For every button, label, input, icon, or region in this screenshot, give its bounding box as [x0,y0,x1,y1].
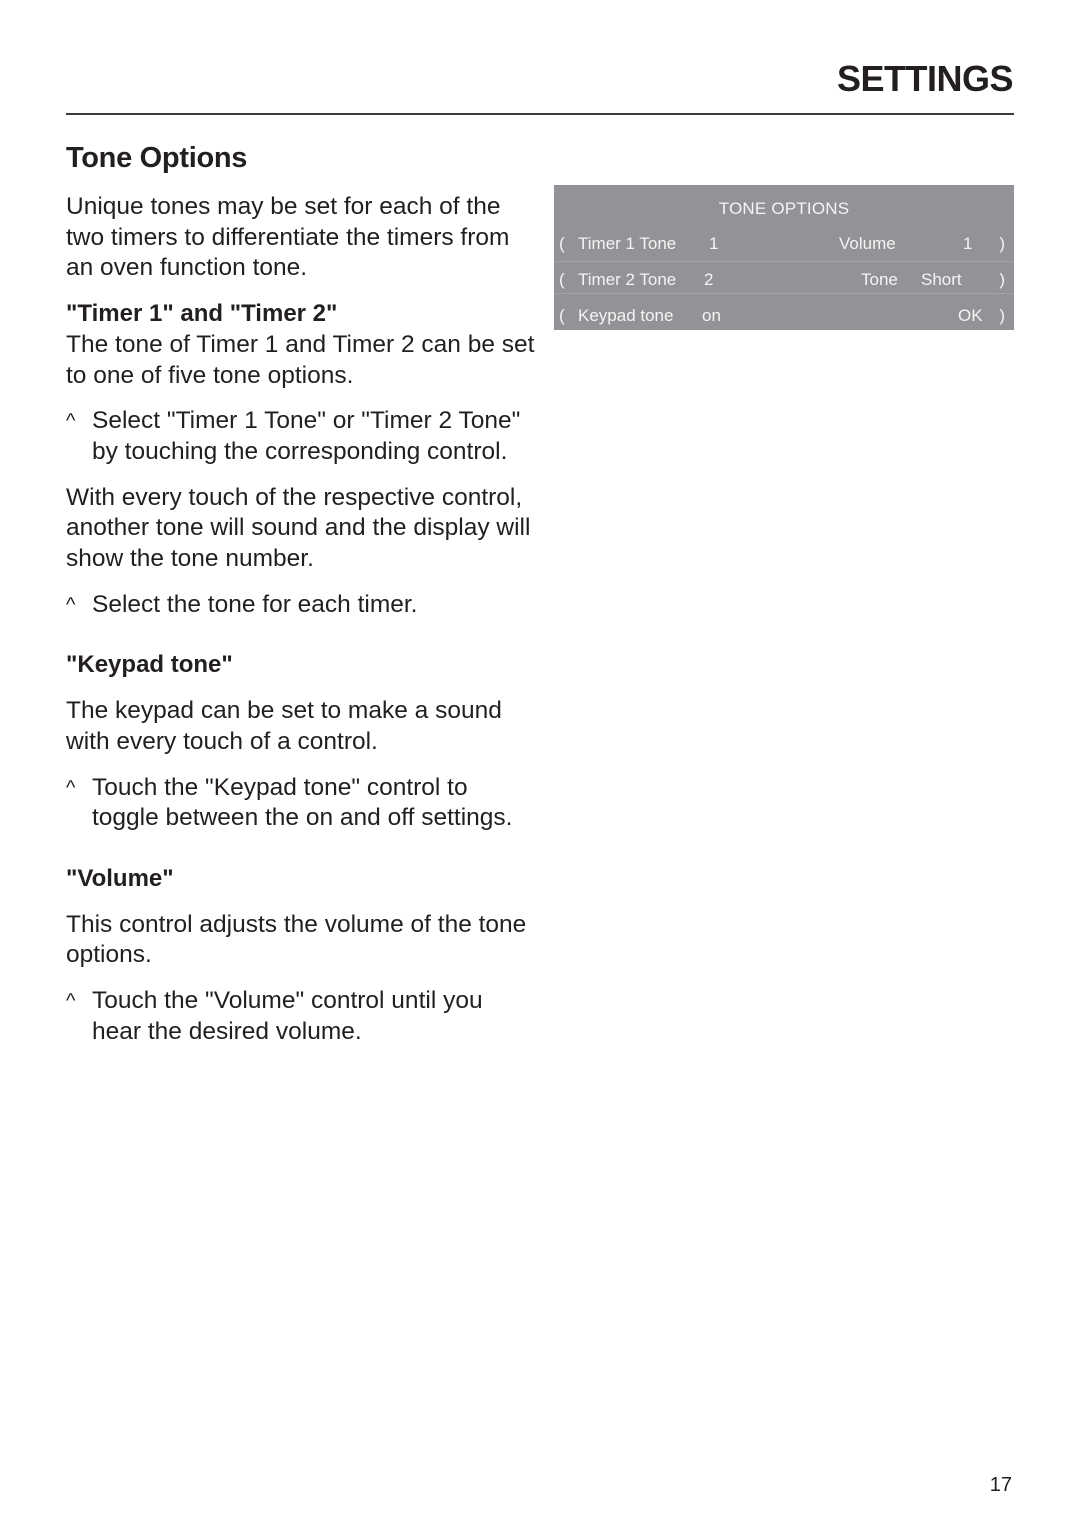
section-title: SETTINGS [836,58,1014,99]
step-text: Select "Timer 1 Tone" or "Timer 2 Tone" … [92,407,521,465]
left-bracket: ( [559,234,565,253]
step-text: Touch the "Volume" control until you hea… [92,987,483,1045]
keypad-tone-label[interactable]: Keypad tone [578,306,673,326]
step-marker: ^ [66,990,76,1013]
display-row-timer1[interactable]: ( Timer 1 Tone 1 Volume 1 ) [554,226,1014,262]
header-divider [66,113,1014,115]
tone-options-display: TONE OPTIONS ( Timer 1 Tone 1 Volume 1 )… [554,185,1014,330]
timers-subheading: "Timer 1" and "Timer 2" [66,300,338,328]
row-divider [554,293,1014,294]
timers-step-select: ^ Select "Timer 1 Tone" or "Timer 2 Tone… [66,406,536,467]
page-number: 17 [989,1474,1012,1496]
timer2-tone-label[interactable]: Timer 2 Tone [578,270,676,290]
keypad-tone-value: on [702,306,721,325]
volume-value: 1 [963,234,973,253]
left-bracket: ( [559,270,565,289]
left-bracket: ( [559,306,565,325]
tone-label[interactable]: Tone [861,270,898,290]
timer1-tone-label[interactable]: Timer 1 Tone [578,234,676,254]
timer1-tone-value: 1 [709,234,719,253]
right-bracket: ) [999,270,1005,289]
keypad-step: ^ Touch the "Keypad tone" control to tog… [66,773,536,834]
ok-button[interactable]: OK [958,306,983,326]
intro-paragraph: Unique tones may be set for each of the … [66,193,510,282]
volume-paragraph: This control adjusts the volume of the t… [66,910,527,969]
volume-step: ^ Touch the "Volume" control until you h… [66,986,536,1047]
right-bracket: ) [999,234,1005,253]
body-text: Unique tones may be set for each of the … [66,192,536,1062]
display-title: TONE OPTIONS [718,199,850,218]
keypad-subheading: "Keypad tone" [66,651,233,679]
step-marker: ^ [66,593,76,616]
step-marker: ^ [66,410,76,433]
timers-paragraph-2: With every touch of the respective contr… [66,483,531,573]
timer2-tone-value: 2 [704,270,714,289]
volume-subheading: "Volume" [66,864,174,892]
volume-label[interactable]: Volume [839,234,896,254]
step-marker: ^ [66,776,76,799]
step-text: Select the tone for each timer. [92,590,418,618]
right-bracket: ) [999,306,1005,325]
timers-paragraph: The tone of Timer 1 and Timer 2 can be s… [66,330,535,389]
timers-step-choose: ^ Select the tone for each timer. [66,590,536,621]
step-text: Touch the "Keypad tone" control to toggl… [92,773,513,832]
page-heading: Tone Options [66,142,248,174]
keypad-paragraph: The keypad can be set to make a sound wi… [66,697,502,755]
display-row-keypad[interactable]: ( Keypad tone on OK ) [554,298,1014,334]
tone-value: Short [921,270,962,289]
